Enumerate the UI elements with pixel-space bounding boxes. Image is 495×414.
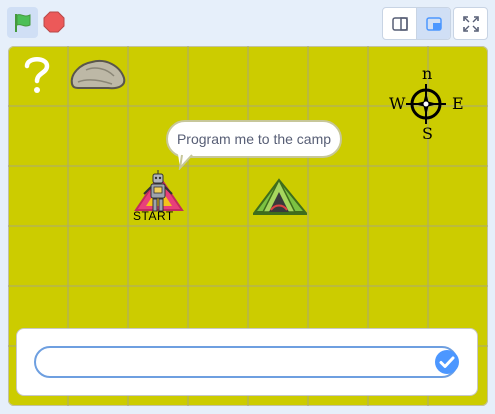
rock-sprite[interactable] [68, 56, 128, 92]
tent-sprite[interactable] [251, 176, 309, 218]
submit-answer-button[interactable] [434, 349, 460, 375]
stage[interactable]: n E S W Program me to the camp START [8, 46, 488, 406]
speech-bubble: Program me to the camp [166, 120, 342, 158]
compass-south-label: S [422, 124, 433, 143]
compass-east-label: E [452, 94, 464, 113]
green-flag-icon [14, 13, 30, 32]
start-label: START [133, 209, 174, 223]
stop-sign-icon [43, 11, 65, 33]
compass-north-label: n [422, 64, 433, 83]
compass-sprite[interactable] [404, 82, 448, 126]
speech-bubble-tail [178, 154, 193, 170]
normal-stage-button[interactable] [416, 8, 450, 39]
stage-toolbar [0, 0, 495, 44]
answer-input[interactable] [34, 346, 458, 378]
fullscreen-button[interactable] [453, 7, 488, 40]
compass-west-label: W [389, 94, 406, 113]
small-stage-icon [391, 16, 408, 31]
green-flag-button[interactable] [7, 7, 38, 38]
small-stage-button[interactable] [383, 8, 416, 39]
fullscreen-icon [462, 15, 479, 32]
stop-button[interactable] [42, 10, 66, 34]
stage-size-toggle [382, 7, 451, 40]
question-mark-sprite[interactable] [22, 54, 52, 96]
ask-answer-panel [16, 328, 478, 396]
normal-stage-icon [425, 16, 442, 31]
checkmark-icon [435, 350, 459, 374]
